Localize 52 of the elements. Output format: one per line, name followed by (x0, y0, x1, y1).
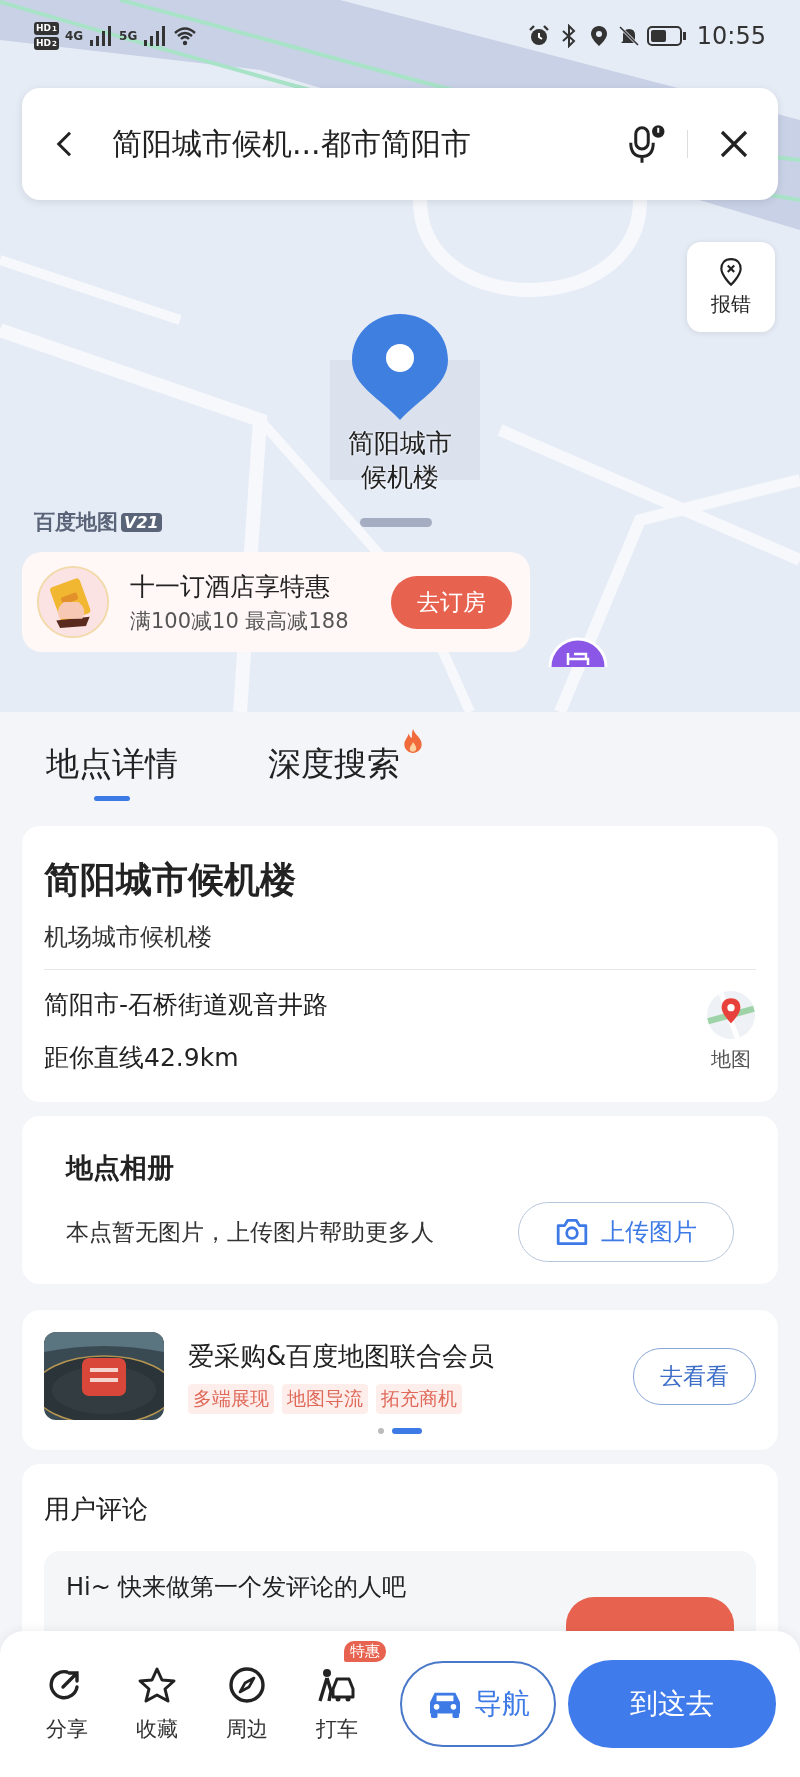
action-button[interactable]: 周边 (202, 1665, 292, 1743)
microphone-icon[interactable] (627, 124, 667, 164)
map-link[interactable]: 地图 (706, 989, 756, 1073)
place-label: 简阳城市候机楼 (347, 427, 453, 494)
discount-badge: 特惠 (344, 1641, 386, 1662)
go-here-button[interactable]: 到这去 (568, 1660, 776, 1748)
action-button[interactable]: 打车 (292, 1665, 382, 1743)
signal-icon (143, 24, 168, 48)
review-prompt: Hi~ 快来做第一个发评论的人吧 (66, 1572, 407, 1603)
feature-tag: 多端展现 (188, 1383, 274, 1414)
map-icon (706, 989, 756, 1040)
tab[interactable]: 深度搜索 (268, 742, 400, 801)
map-pin-icon (350, 312, 450, 422)
ad-title: 爱采购&百度地图联合会员 (188, 1339, 496, 1373)
pin-cross-icon (718, 256, 744, 287)
album-hint: 本点暂无图片，上传图片帮助更多人 (66, 1217, 434, 1247)
signal-icon (89, 24, 114, 48)
search-bar[interactable]: 简阳城市候机...都市简阳市 (22, 88, 778, 200)
network-type: 5G (119, 29, 138, 43)
feature-tag: 地图导流 (282, 1383, 368, 1414)
drag-handle[interactable] (359, 517, 432, 527)
navigate-button[interactable]: 导航 (400, 1661, 556, 1747)
action-button[interactable]: 分享 (22, 1665, 112, 1743)
place-address: 简阳市-石桥街道观音井路 (44, 989, 329, 1021)
distance-text: 距你直线42.9km (44, 1042, 240, 1074)
map-logo: 百度地图 (34, 509, 118, 536)
compass-icon (227, 1665, 267, 1705)
promo-subtitle: 满100减10 最高减188 (130, 607, 350, 635)
clock-time: 10:55 (696, 22, 766, 50)
tab[interactable]: 地点详情 (46, 742, 178, 801)
mute-bell-icon (616, 24, 641, 48)
hotel-marker-icon[interactable] (548, 637, 608, 667)
version-badge: V21 (121, 512, 162, 532)
action-button[interactable]: 收藏 (112, 1665, 202, 1743)
star-icon (137, 1665, 177, 1705)
camera-icon (555, 1217, 589, 1247)
feature-tag: 拓充商机 (376, 1383, 462, 1414)
network-type: 4G (64, 29, 84, 43)
battery-icon (646, 25, 687, 47)
reviews-title: 用户评论 (44, 1493, 149, 1526)
report-error-button[interactable]: 报错 (687, 242, 775, 332)
write-review-button[interactable] (566, 1597, 734, 1631)
place-name: 简阳城市候机楼 (44, 858, 297, 902)
ticket-icon (36, 565, 110, 639)
promo-title: 十一订酒店享特惠 (130, 570, 331, 603)
album-title: 地点相册 (66, 1151, 175, 1185)
page-indicator[interactable] (392, 1428, 422, 1434)
view-button[interactable]: 去看看 (633, 1347, 756, 1405)
wifi-icon (173, 24, 198, 48)
close-icon[interactable] (718, 128, 750, 160)
search-text: 简阳城市候机...都市简阳市 (112, 124, 472, 163)
place-category: 机场城市候机楼 (44, 922, 213, 953)
